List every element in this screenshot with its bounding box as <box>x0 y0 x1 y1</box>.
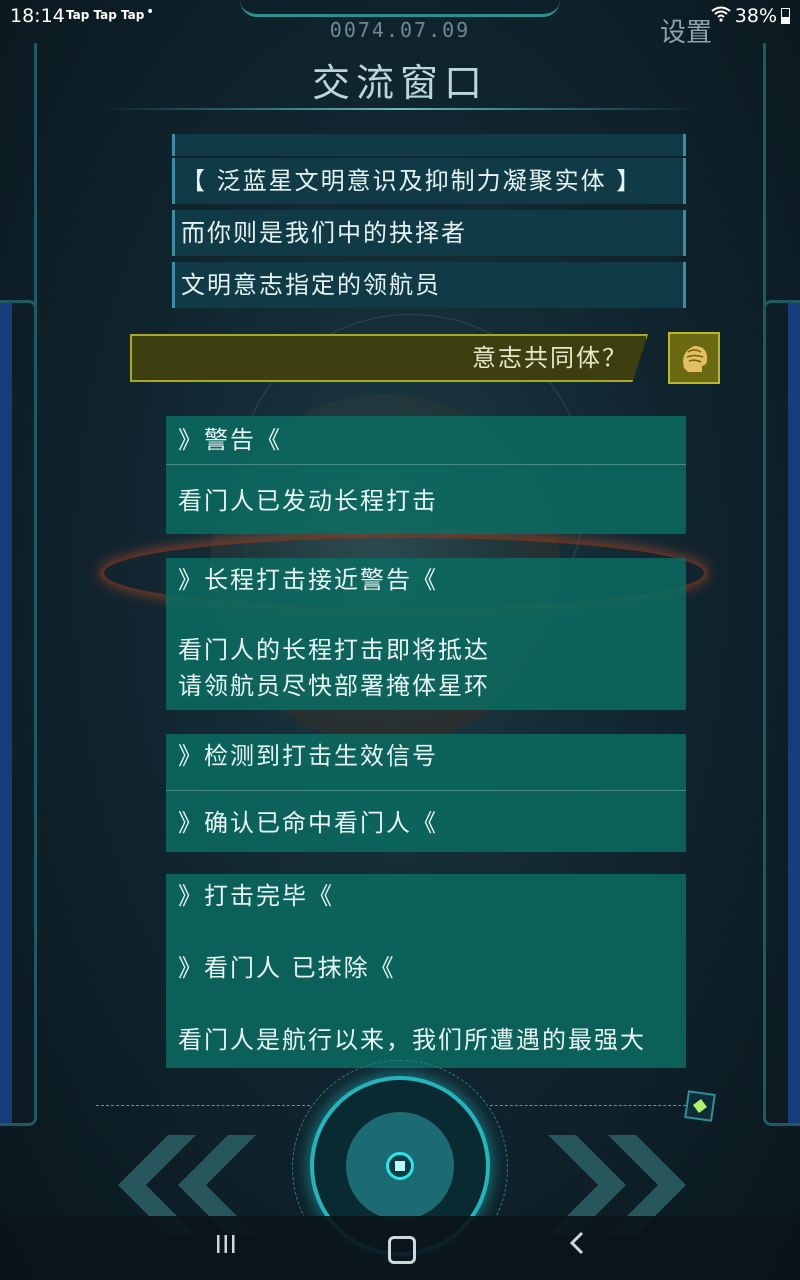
status-indicators: 38% <box>711 5 790 27</box>
home-button[interactable] <box>388 1236 416 1264</box>
message-card: 》检测到打击生效信号 》确认已命中看门人《 <box>166 734 686 852</box>
message-title: 》打击完毕《 <box>178 882 334 910</box>
diamond-indicator-icon[interactable] <box>684 1090 716 1122</box>
play-core-icon <box>386 1152 414 1180</box>
dialog-line: 而你则是我们中的抉择者 <box>172 210 686 256</box>
status-time: 18:14 <box>10 5 65 27</box>
message-title: 》警告《 <box>178 426 282 454</box>
header-divider <box>100 108 700 110</box>
message-title: 》检测到打击生效信号 <box>178 742 438 770</box>
player-reply-bubble[interactable]: 意志共同体？ <box>130 334 648 382</box>
message-title: 》长程打击接近警告《 <box>178 566 438 594</box>
recent-apps-button[interactable] <box>214 1230 238 1263</box>
status-dot: • <box>146 4 155 20</box>
status-bar: 18:14 Tap Tap Tap • 38% <box>0 0 800 32</box>
status-app-notifications: Tap Tap Tap <box>66 8 145 22</box>
message-body: 》看门人 已抹除《 <box>178 954 396 982</box>
message-body: 看门人的长程打击即将抵达 <box>178 636 490 664</box>
dialog-line: 文明意志指定的领航员 <box>172 262 686 308</box>
dialog-line: 【 泛蓝星文明意识及抑制力凝聚实体 】 <box>172 158 686 204</box>
message-card: 》打击完毕《 》看门人 已抹除《 看门人是航行以来，我们所遭遇的最强大 <box>166 874 686 1068</box>
battery-percent: 38% <box>734 5 777 27</box>
dialog-line-partial <box>172 134 686 156</box>
page-title: 交流窗口 <box>311 61 488 105</box>
dashed-guide-left <box>96 1105 310 1106</box>
message-body: 看门人已发动长程打击 <box>178 487 438 515</box>
message-card: 》长程打击接近警告《 看门人的长程打击即将抵达 请领航员尽快部署掩体星环 <box>166 558 686 710</box>
chat-area[interactable]: 【 泛蓝星文明意识及抑制力凝聚实体 】 而你则是我们中的抉择者 文明意志指定的领… <box>0 134 800 1068</box>
back-button[interactable] <box>566 1230 588 1263</box>
dashed-guide-right <box>490 1105 686 1106</box>
brain-head-icon <box>668 332 720 384</box>
system-nav-bar <box>0 1216 800 1280</box>
message-body: 》确认已命中看门人《 <box>178 809 438 837</box>
message-body: 看门人是航行以来，我们所遭遇的最强大 <box>178 1026 646 1054</box>
message-card: 》警告《 看门人已发动长程打击 <box>166 416 686 534</box>
message-body: 请领航员尽快部署掩体星环 <box>178 672 490 700</box>
battery-icon <box>781 8 790 24</box>
wifi-icon <box>711 6 731 26</box>
